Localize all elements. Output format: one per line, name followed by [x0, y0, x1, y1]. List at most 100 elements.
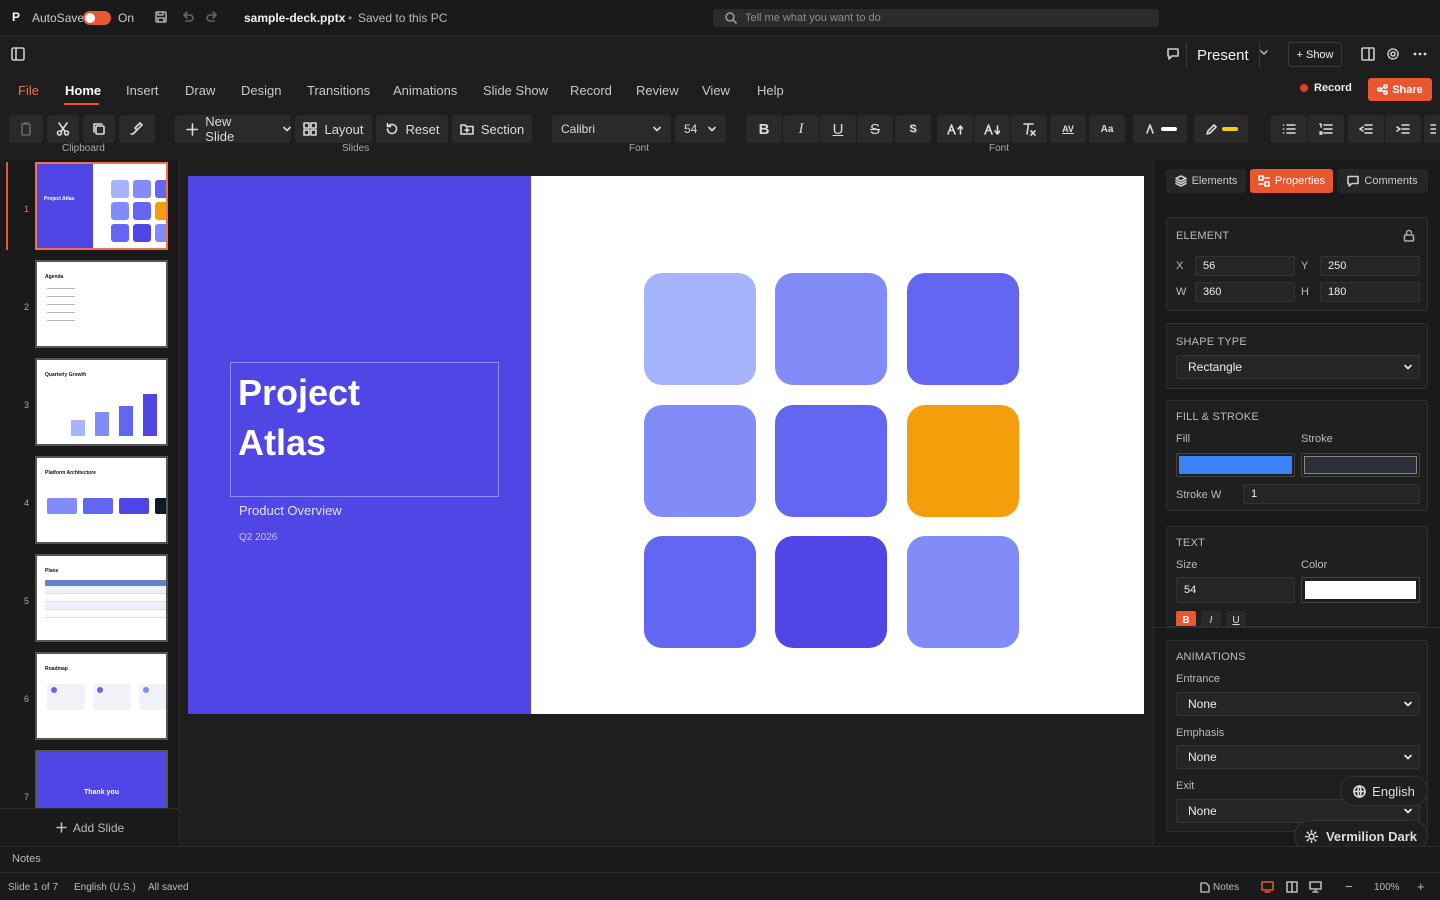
- underline-button[interactable]: U: [820, 115, 856, 143]
- increase-indent-button[interactable]: [1385, 115, 1421, 143]
- tab-design[interactable]: Design: [241, 83, 281, 98]
- slide-subtitle[interactable]: Product Overview: [239, 503, 342, 518]
- shape-type-select[interactable]: Rectangle: [1176, 355, 1420, 379]
- tab-transitions[interactable]: Transitions: [307, 83, 370, 98]
- record-button[interactable]: Record: [1300, 82, 1352, 94]
- slide-thumbnail-4[interactable]: Platform Architecture: [35, 456, 168, 544]
- language-switcher[interactable]: English: [1340, 776, 1428, 806]
- zoom-in-button[interactable]: +: [1417, 879, 1425, 894]
- new-slide-button[interactable]: New Slide: [175, 114, 291, 144]
- lock-icon[interactable]: [1403, 229, 1415, 242]
- change-case-button[interactable]: Aa: [1089, 115, 1125, 143]
- slide-date[interactable]: Q2 2026: [239, 532, 277, 543]
- font-size-select[interactable]: 54: [675, 115, 726, 143]
- tab-record[interactable]: Record: [570, 83, 612, 98]
- tab-file[interactable]: File: [18, 83, 39, 98]
- show-button[interactable]: + Show: [1288, 42, 1342, 67]
- grid-tile[interactable]: [907, 405, 1019, 517]
- slide-canvas[interactable]: Project Atlas Product Overview Q2 2026: [188, 176, 1144, 714]
- sidebar-toggle-icon[interactable]: [11, 47, 25, 61]
- normal-view-icon[interactable]: [1261, 881, 1274, 893]
- entrance-select[interactable]: None: [1176, 692, 1420, 716]
- presenter-view-icon[interactable]: [1309, 881, 1322, 893]
- grid-tile[interactable]: [775, 405, 887, 517]
- share-button[interactable]: Share: [1368, 78, 1432, 101]
- more-ribbon-button[interactable]: [1424, 115, 1440, 143]
- tab-home[interactable]: Home: [65, 83, 101, 98]
- bold-button[interactable]: B: [746, 115, 782, 143]
- layout-button[interactable]: Layout: [295, 115, 372, 143]
- stroke-color-picker[interactable]: [1301, 453, 1420, 477]
- slide-thumbnail-3[interactable]: Quarterly Growth: [35, 358, 168, 446]
- text-shadow-button[interactable]: S: [895, 115, 931, 143]
- grid-tile[interactable]: [907, 536, 1019, 648]
- tab-insert[interactable]: Insert: [126, 83, 159, 98]
- tab-review[interactable]: Review: [636, 83, 679, 98]
- fill-color-picker[interactable]: [1176, 453, 1295, 477]
- sorter-view-icon[interactable]: [1286, 881, 1298, 893]
- text-underline-toggle[interactable]: U: [1226, 611, 1246, 626]
- more-icon[interactable]: [1412, 47, 1428, 61]
- text-bold-toggle[interactable]: B: [1176, 611, 1196, 626]
- slide-thumbnail-5[interactable]: Plans: [35, 554, 168, 642]
- tab-properties[interactable]: Properties: [1250, 169, 1333, 193]
- zoom-out-button[interactable]: −: [1345, 879, 1353, 894]
- highlight-color-button[interactable]: [1194, 115, 1248, 143]
- zoom-level[interactable]: 100%: [1374, 882, 1400, 893]
- section-button[interactable]: Section: [452, 115, 532, 143]
- tab-comments[interactable]: Comments: [1337, 169, 1428, 193]
- grid-tile[interactable]: [644, 273, 756, 385]
- undo-icon[interactable]: [180, 10, 194, 24]
- tab-elements[interactable]: Elements: [1166, 169, 1246, 193]
- grid-tile[interactable]: [907, 273, 1019, 385]
- present-button[interactable]: Present: [1186, 42, 1260, 68]
- settings-icon[interactable]: [1386, 47, 1400, 61]
- grid-tile[interactable]: [644, 536, 756, 648]
- present-dropdown-icon[interactable]: [1258, 47, 1270, 59]
- slide-title[interactable]: Project Atlas: [238, 368, 360, 468]
- w-input[interactable]: 360: [1195, 282, 1295, 302]
- notes-toggle[interactable]: Notes: [1213, 882, 1239, 893]
- decrease-font-button[interactable]: [974, 115, 1010, 143]
- x-input[interactable]: 56: [1195, 256, 1295, 276]
- strikethrough-button[interactable]: S: [857, 115, 893, 143]
- font-family-select[interactable]: Calibri: [552, 115, 671, 143]
- slide-thumbnail-2[interactable]: Agenda: [35, 260, 168, 348]
- reset-button[interactable]: Reset: [376, 115, 448, 143]
- decrease-indent-button[interactable]: [1348, 115, 1384, 143]
- search-input[interactable]: Tell me what you want to do: [713, 9, 1159, 27]
- autosave-toggle[interactable]: [83, 11, 111, 25]
- comment-icon[interactable]: [1166, 47, 1180, 61]
- save-icon[interactable]: [154, 10, 168, 24]
- text-size-input[interactable]: 54: [1176, 577, 1295, 603]
- redo-icon[interactable]: [206, 10, 220, 24]
- text-italic-toggle[interactable]: I: [1201, 611, 1221, 626]
- tab-view[interactable]: View: [702, 83, 730, 98]
- grid-tile[interactable]: [775, 273, 887, 385]
- italic-button[interactable]: I: [783, 115, 819, 143]
- text-color-picker[interactable]: [1301, 577, 1420, 603]
- cut-button[interactable]: [47, 115, 79, 143]
- stroke-width-input[interactable]: 1: [1243, 484, 1420, 504]
- numbering-button[interactable]: [1308, 115, 1344, 143]
- font-color-button[interactable]: [1133, 115, 1187, 143]
- copy-button[interactable]: [83, 115, 115, 143]
- slide-thumbnail-7[interactable]: Thank you: [35, 750, 168, 808]
- grid-tile[interactable]: [775, 536, 887, 648]
- slide-thumbnail-6[interactable]: Roadmap: [35, 652, 168, 740]
- add-slide-button[interactable]: Add Slide: [0, 808, 180, 846]
- grid-tile[interactable]: [644, 405, 756, 517]
- notes-toggle-icon[interactable]: [1200, 882, 1210, 893]
- slide-thumbnail-1[interactable]: Project Atlas: [35, 162, 168, 250]
- paste-button[interactable]: [9, 115, 43, 143]
- tab-slide-show[interactable]: Slide Show: [483, 83, 548, 98]
- increase-font-button[interactable]: [937, 115, 973, 143]
- character-spacing-button[interactable]: AV: [1050, 115, 1086, 143]
- tab-help[interactable]: Help: [757, 83, 784, 98]
- y-input[interactable]: 250: [1320, 256, 1420, 276]
- emphasis-select[interactable]: None: [1176, 745, 1420, 769]
- panel-layout-icon[interactable]: [1361, 47, 1375, 61]
- tab-draw[interactable]: Draw: [185, 83, 215, 98]
- language-status[interactable]: English (U.S.): [74, 882, 136, 893]
- clear-formatting-button[interactable]: [1011, 115, 1047, 143]
